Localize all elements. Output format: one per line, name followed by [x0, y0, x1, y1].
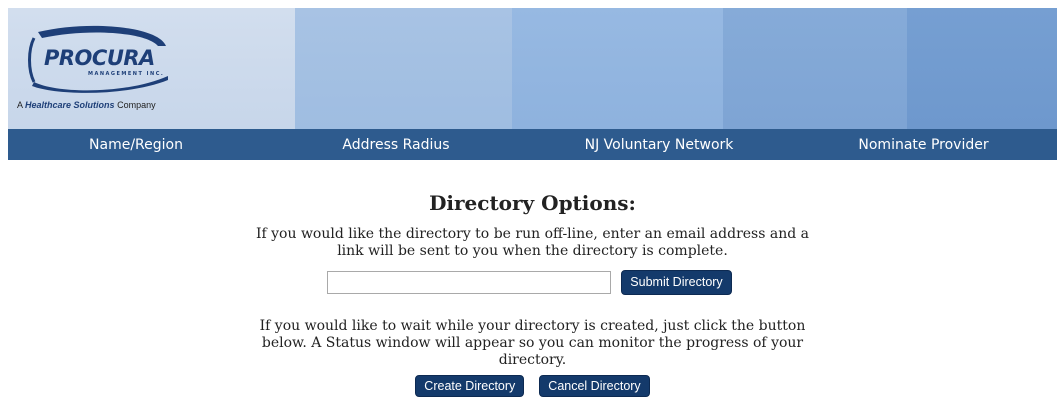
- nav-item-nj-voluntary-network[interactable]: NJ Voluntary Network: [528, 129, 790, 160]
- brand-tagline: A Healthcare Solutions Company: [17, 100, 156, 110]
- brand-subtitle: MANAGEMENT INC.: [88, 71, 165, 77]
- header-banner: PROCURA MANAGEMENT INC. A Healthcare Sol…: [8, 8, 1057, 129]
- banner-segment: [512, 8, 723, 129]
- directory-options-panel: Directory Options: If you would like the…: [8, 190, 1057, 397]
- nav-item-address-radius[interactable]: Address Radius: [264, 129, 528, 160]
- logo-panel: PROCURA MANAGEMENT INC. A Healthcare Sol…: [8, 8, 295, 129]
- wait-instructions: If you would like to wait while your dir…: [259, 318, 806, 368]
- nav-item-name-region[interactable]: Name/Region: [8, 129, 264, 160]
- brand-name: PROCURA: [44, 46, 155, 70]
- offline-instructions: If you would like the directory to be ru…: [255, 226, 809, 259]
- create-directory-button[interactable]: Create Directory: [415, 375, 525, 397]
- banner-segment: [723, 8, 907, 129]
- submit-directory-button[interactable]: Submit Directory: [621, 270, 732, 295]
- page-title: Directory Options:: [429, 191, 636, 215]
- nav-bar: Name/Region Address Radius NJ Voluntary …: [8, 129, 1057, 160]
- procura-logo: PROCURA MANAGEMENT INC.: [28, 24, 178, 96]
- tagline-suffix: Company: [117, 100, 156, 110]
- email-field[interactable]: [327, 271, 612, 294]
- nav-item-nominate-provider[interactable]: Nominate Provider: [790, 129, 1057, 160]
- cancel-directory-button[interactable]: Cancel Directory: [539, 375, 650, 397]
- banner-segment: [907, 8, 1057, 129]
- tagline-bold: Healthcare Solutions: [25, 100, 115, 110]
- tagline-prefix: A: [17, 100, 23, 110]
- email-row: Submit Directory: [8, 269, 1057, 296]
- banner-segment: [295, 8, 512, 129]
- action-buttons: Create Directory Cancel Directory: [8, 375, 1057, 397]
